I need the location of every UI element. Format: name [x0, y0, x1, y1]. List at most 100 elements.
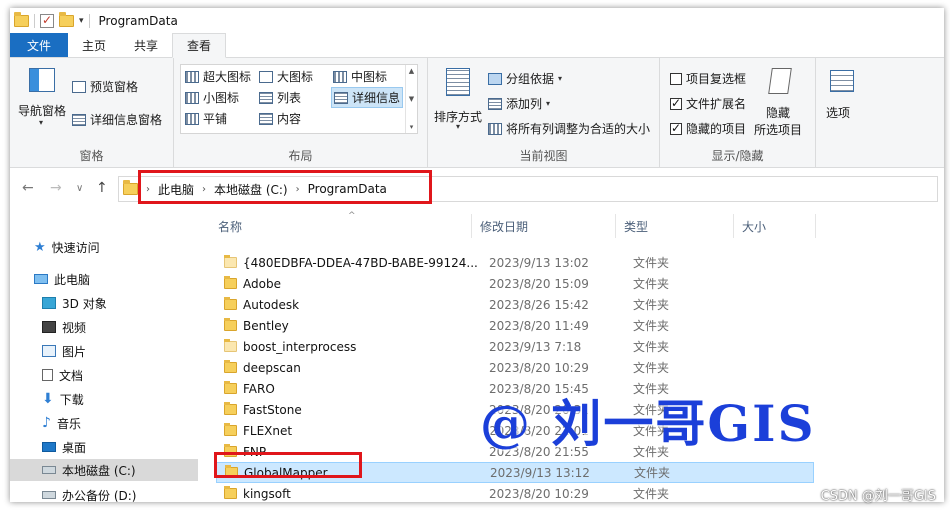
- up-arrow-icon[interactable]: ↑: [96, 180, 108, 196]
- layout-extra-large-icons[interactable]: 超大图标: [185, 68, 251, 85]
- layout-small-icons[interactable]: 小图标: [185, 89, 239, 106]
- preview-pane-button[interactable]: 预览窗格: [72, 78, 138, 95]
- back-arrow-icon[interactable]: ←: [22, 180, 34, 196]
- column-header-size[interactable]: 大小: [734, 214, 816, 238]
- tiles-icon: [185, 112, 199, 125]
- extra-large-icons-icon: [185, 70, 199, 83]
- add-columns-button[interactable]: 添加列 ▾: [488, 95, 550, 112]
- forward-arrow-icon[interactable]: →: [50, 180, 62, 196]
- options-group: 选项: [816, 58, 864, 168]
- sidebar-item-pictures[interactable]: 图片: [42, 340, 86, 362]
- sidebar-item-office-backup-d[interactable]: 办公备份 (D:): [42, 484, 136, 502]
- tab-file[interactable]: 文件: [10, 33, 69, 57]
- panes-group-label: 窗格: [79, 149, 104, 163]
- layout-group: 超大图标 大图标 中图标 小图标 列表 详细信息 平铺 内容 ▲ ▼ ▾ 布局: [174, 58, 428, 168]
- file-name-cell: FARO: [224, 381, 275, 396]
- group-by-button[interactable]: 分组依据 ▾: [488, 70, 562, 87]
- column-header-name[interactable]: ^ 名称: [210, 211, 472, 238]
- scroll-up-icon[interactable]: ▲: [409, 67, 414, 75]
- layout-tiles[interactable]: 平铺: [185, 110, 227, 127]
- file-name: FastStone: [243, 402, 302, 417]
- sidebar-item-3d-objects[interactable]: 3D 对象: [42, 292, 107, 314]
- sidebar-item-downloads[interactable]: ⬇ 下载: [42, 388, 84, 410]
- layout-gallery-scroll[interactable]: ▲ ▼ ▾: [405, 65, 417, 133]
- file-date: 2023/8/20 10:29: [489, 360, 589, 375]
- table-row[interactable]: Adobe 2023/8/20 15:09 文件夹: [216, 273, 814, 294]
- table-row[interactable]: {480EDBFA-DDEA-47BD-BABE-99124... 2023/9/…: [216, 252, 814, 273]
- scroll-down-icon[interactable]: ▼: [409, 95, 414, 103]
- file-type: 文件夹: [633, 319, 670, 333]
- folder-icon: [14, 12, 29, 27]
- address-highlight-box: [138, 170, 432, 204]
- file-name: {480EDBFA-DDEA-47BD-BABE-99124...: [243, 255, 478, 270]
- item-checkboxes-toggle[interactable]: 项目复选框: [670, 70, 746, 87]
- file-type: 文件夹: [633, 361, 670, 375]
- recent-locations-icon[interactable]: ∨: [76, 183, 83, 194]
- nav-pane-button[interactable]: 导航窗格 ▾: [18, 66, 66, 127]
- hide-selected-button[interactable]: 隐藏 所选项目: [754, 66, 812, 137]
- panes-group: 导航窗格 ▾ 预览窗格 详细信息窗格 窗格: [10, 58, 174, 168]
- file-date: 2023/8/20 15:09: [489, 276, 589, 291]
- table-row[interactable]: kingsoft 2023/8/20 10:29 文件夹: [216, 483, 814, 502]
- layout-medium-icons[interactable]: 中图标: [333, 68, 387, 85]
- hidden-items-checkbox[interactable]: [670, 121, 682, 135]
- table-row[interactable]: Autodesk 2023/8/26 15:42 文件夹: [216, 294, 814, 315]
- globalmapper-highlight-box: [214, 452, 362, 478]
- file-name-cell: {480EDBFA-DDEA-47BD-BABE-99124...: [224, 255, 478, 270]
- layout-large-icons[interactable]: 大图标: [259, 68, 313, 85]
- folder-icon: [224, 276, 237, 289]
- chevron-down-icon: ▾: [546, 99, 551, 108]
- sidebar-item-quick-access[interactable]: ★ 快速访问: [34, 236, 100, 258]
- folder-icon: [224, 339, 237, 352]
- quick-access-separator: [88, 14, 90, 28]
- layout-list[interactable]: 列表: [259, 89, 301, 106]
- sidebar-item-documents[interactable]: 文档: [42, 364, 83, 386]
- table-row[interactable]: Bentley 2023/8/20 11:49 文件夹: [216, 315, 814, 336]
- chevron-down-icon: ▾: [456, 122, 461, 131]
- customize-toolbar-icon[interactable]: ▾: [79, 16, 84, 26]
- tab-view[interactable]: 查看: [172, 33, 227, 58]
- new-folder-icon[interactable]: [59, 12, 74, 27]
- table-row[interactable]: deepscan 2023/8/20 10:29 文件夹: [216, 357, 814, 378]
- options-button[interactable]: 选项: [822, 66, 862, 120]
- desktop-icon: [42, 442, 56, 452]
- sidebar-item-desktop[interactable]: 桌面: [42, 436, 86, 458]
- current-view-group: 排序方式 ▾ 分组依据 ▾ 添加列 ▾ 将所有列调整为合适的大小 当前视图: [428, 58, 660, 168]
- tab-home[interactable]: 主页: [68, 33, 120, 57]
- folder-icon: [224, 402, 237, 415]
- properties-icon[interactable]: [40, 13, 54, 28]
- details-pane-button[interactable]: 详细信息窗格: [72, 111, 162, 128]
- file-extensions-checkbox[interactable]: [670, 96, 682, 110]
- sidebar-item-music[interactable]: ♪ 音乐: [42, 412, 81, 434]
- column-header-type[interactable]: 类型: [616, 214, 734, 238]
- folder-icon: [224, 255, 237, 268]
- sidebar-item-videos[interactable]: 视频: [42, 316, 86, 338]
- small-icons-icon: [185, 91, 199, 104]
- folder-icon: [123, 180, 138, 195]
- file-date: 2023/9/13 13:02: [489, 255, 589, 270]
- file-name: FARO: [243, 381, 275, 396]
- hide-selected-icon: [768, 68, 792, 94]
- file-list: ^ 名称 修改日期 类型 大小 {480EDBFA-DDEA-47BD-BABE…: [210, 210, 944, 502]
- column-header-date[interactable]: 修改日期: [472, 214, 616, 238]
- title-bar: ▾ ProgramData: [10, 8, 944, 34]
- ribbon: 导航窗格 ▾ 预览窗格 详细信息窗格 窗格 超大图标 大图标 中图标 小图标 列…: [10, 58, 944, 168]
- sidebar-item-local-disk-c[interactable]: 本地磁盘 (C:): [10, 459, 198, 481]
- file-date: 2023/8/20 10:29: [489, 486, 589, 501]
- item-checkboxes-checkbox[interactable]: [670, 72, 682, 85]
- download-arrow-icon: ⬇: [42, 391, 54, 407]
- sidebar-item-this-pc[interactable]: 此电脑: [34, 268, 90, 290]
- table-row[interactable]: boost_interprocess 2023/9/13 7:18 文件夹: [216, 336, 814, 357]
- gallery-expand-icon[interactable]: ▾: [410, 123, 414, 131]
- computer-icon: [34, 274, 48, 284]
- sort-by-button[interactable]: 排序方式 ▾: [432, 66, 486, 131]
- fit-columns-button[interactable]: 将所有列调整为合适的大小: [488, 120, 650, 137]
- explorer-window: ▾ ProgramData 文件 主页 共享 查看 导航窗格 ▾ 预览窗格: [10, 8, 944, 502]
- navigation-pane: ★ 快速访问 此电脑 3D 对象 视频 图片 文档 ⬇ 下载 ♪ 音乐 桌面 本地磁盘…: [10, 210, 200, 502]
- hidden-items-toggle[interactable]: 隐藏的项目: [670, 120, 746, 137]
- file-name: Autodesk: [243, 297, 300, 312]
- layout-details[interactable]: 详细信息: [331, 87, 404, 108]
- file-extensions-toggle[interactable]: 文件扩展名: [670, 95, 746, 112]
- tab-share[interactable]: 共享: [120, 33, 172, 57]
- layout-content[interactable]: 内容: [259, 110, 301, 127]
